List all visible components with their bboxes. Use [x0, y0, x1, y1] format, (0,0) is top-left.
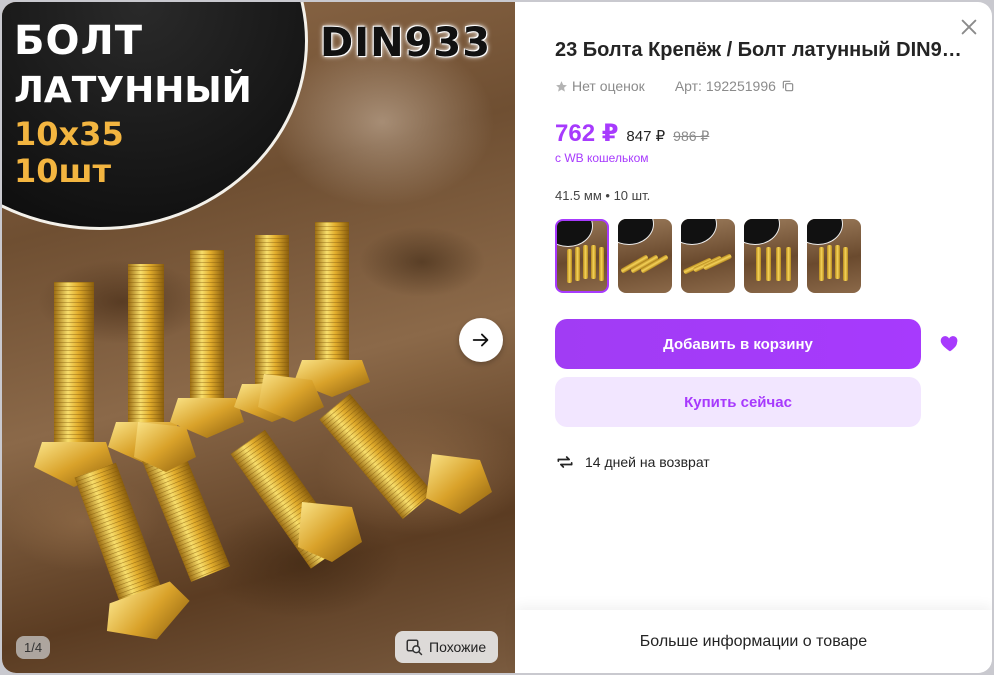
product-quick-view-modal: БОЛТ ЛАТУННЫЙ 10x35 10шт DIN933 1/4 Похо…: [2, 2, 992, 673]
return-arrows-icon: [557, 456, 573, 468]
returns-info: 14 дней на возврат: [555, 452, 710, 472]
returns-text: 14 дней на возврат: [585, 454, 710, 470]
price-row: 762 ₽ 847 ₽ 986 ₽: [555, 119, 709, 148]
heart-icon[interactable]: [939, 332, 961, 354]
badge-quantity: 10шт: [14, 152, 112, 190]
article-number: Арт: 192251996: [675, 78, 795, 94]
similar-label: Похожие: [429, 639, 487, 655]
regular-price: 847 ₽: [626, 128, 666, 145]
product-photo[interactable]: БОЛТ ЛАТУННЫЙ 10x35 10шт DIN933 1/4 Похо…: [2, 2, 515, 673]
thumbnail-2[interactable]: [618, 219, 672, 293]
thumbnail-strip: [555, 219, 861, 293]
badge-subtitle: ЛАТУННЫЙ: [14, 70, 252, 111]
buy-now-button[interactable]: Купить сейчас: [555, 377, 921, 427]
add-to-cart-button[interactable]: Добавить в корзину: [555, 319, 921, 369]
more-info-link[interactable]: Больше информации о товаре: [515, 610, 992, 673]
product-title[interactable]: 23 Болта Крепёж / Болт латунный DIN933 1…: [555, 39, 965, 62]
wallet-note[interactable]: с WB кошельком: [555, 151, 649, 165]
star-icon: [556, 80, 567, 92]
image-counter: 1/4: [16, 636, 51, 659]
standard-label: DIN933: [320, 20, 492, 66]
arrow-right-icon: [472, 333, 489, 347]
product-meta: Нет оценок Арт: 192251996: [555, 78, 795, 94]
article-text: Арт: 192251996: [674, 78, 776, 94]
rating-text: Нет оценок: [572, 78, 645, 94]
similar-search-icon: [406, 639, 423, 656]
copy-icon[interactable]: [781, 79, 795, 93]
badge-title: БОЛТ: [14, 18, 143, 64]
thumbnail-5[interactable]: [807, 219, 861, 293]
close-icon[interactable]: [958, 16, 980, 38]
next-image-button[interactable]: [459, 318, 503, 362]
similar-products-button[interactable]: Похожие: [395, 631, 499, 663]
product-spec: 41.5 мм • 10 шт.: [555, 188, 651, 203]
badge-size: 10x35: [14, 115, 124, 153]
thumbnail-1[interactable]: [555, 219, 609, 293]
thumbnail-3[interactable]: [681, 219, 735, 293]
thumbnail-4[interactable]: [744, 219, 798, 293]
wallet-price: 762 ₽: [555, 120, 619, 147]
old-price: 986 ₽: [673, 128, 710, 144]
